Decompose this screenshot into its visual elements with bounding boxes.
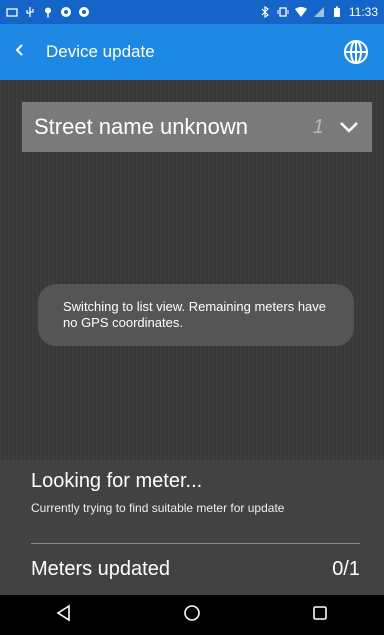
street-name: Street name unknown (34, 114, 249, 139)
meters-updated-value: 0/1 (332, 558, 360, 580)
nav-home-button[interactable] (172, 595, 212, 635)
divider (31, 543, 360, 544)
globe-button[interactable] (342, 38, 370, 66)
toast-message: Switching to list view. Remaining meters… (38, 284, 354, 346)
chevron-down-icon (338, 116, 360, 138)
nav-recents-button[interactable] (300, 595, 340, 635)
status-panel: Looking for meter... Currently trying to… (0, 460, 384, 595)
usb-icon (24, 6, 36, 18)
vibrate-icon (277, 6, 289, 18)
battery-icon (331, 6, 343, 18)
status-title: Looking for meter... (31, 470, 203, 492)
navigation-bar (0, 595, 384, 635)
status-subtitle: Currently trying to find suitable meter … (31, 501, 285, 515)
back-button[interactable] (0, 24, 40, 80)
status-bar: 11:33 (0, 0, 384, 24)
app-icon (78, 6, 90, 18)
app-bar: Device update (0, 24, 384, 80)
map-area: Street name unknown 1 Switching to list … (0, 80, 384, 460)
status-bar-left-icons (6, 6, 90, 18)
status-time: 11:33 (348, 5, 378, 19)
globe-icon (342, 40, 370, 70)
location-icon (42, 6, 54, 18)
nav-back-button[interactable] (44, 595, 84, 635)
chevron-left-icon (12, 42, 28, 63)
page-title: Device update (46, 42, 155, 61)
bluetooth-icon (259, 6, 271, 18)
status-bar-right-icons: 11:33 (259, 5, 378, 19)
signal-icon (313, 6, 325, 18)
back-triangle-icon (55, 604, 73, 627)
street-dropdown[interactable]: Street name unknown 1 (22, 102, 372, 152)
app-icon (60, 6, 72, 18)
wifi-icon (294, 6, 307, 18)
screen-icon (6, 6, 18, 18)
meters-updated-label: Meters updated (31, 558, 170, 580)
recents-square-icon (311, 604, 329, 627)
home-circle-icon (183, 604, 201, 627)
street-count: 1 (312, 115, 324, 138)
